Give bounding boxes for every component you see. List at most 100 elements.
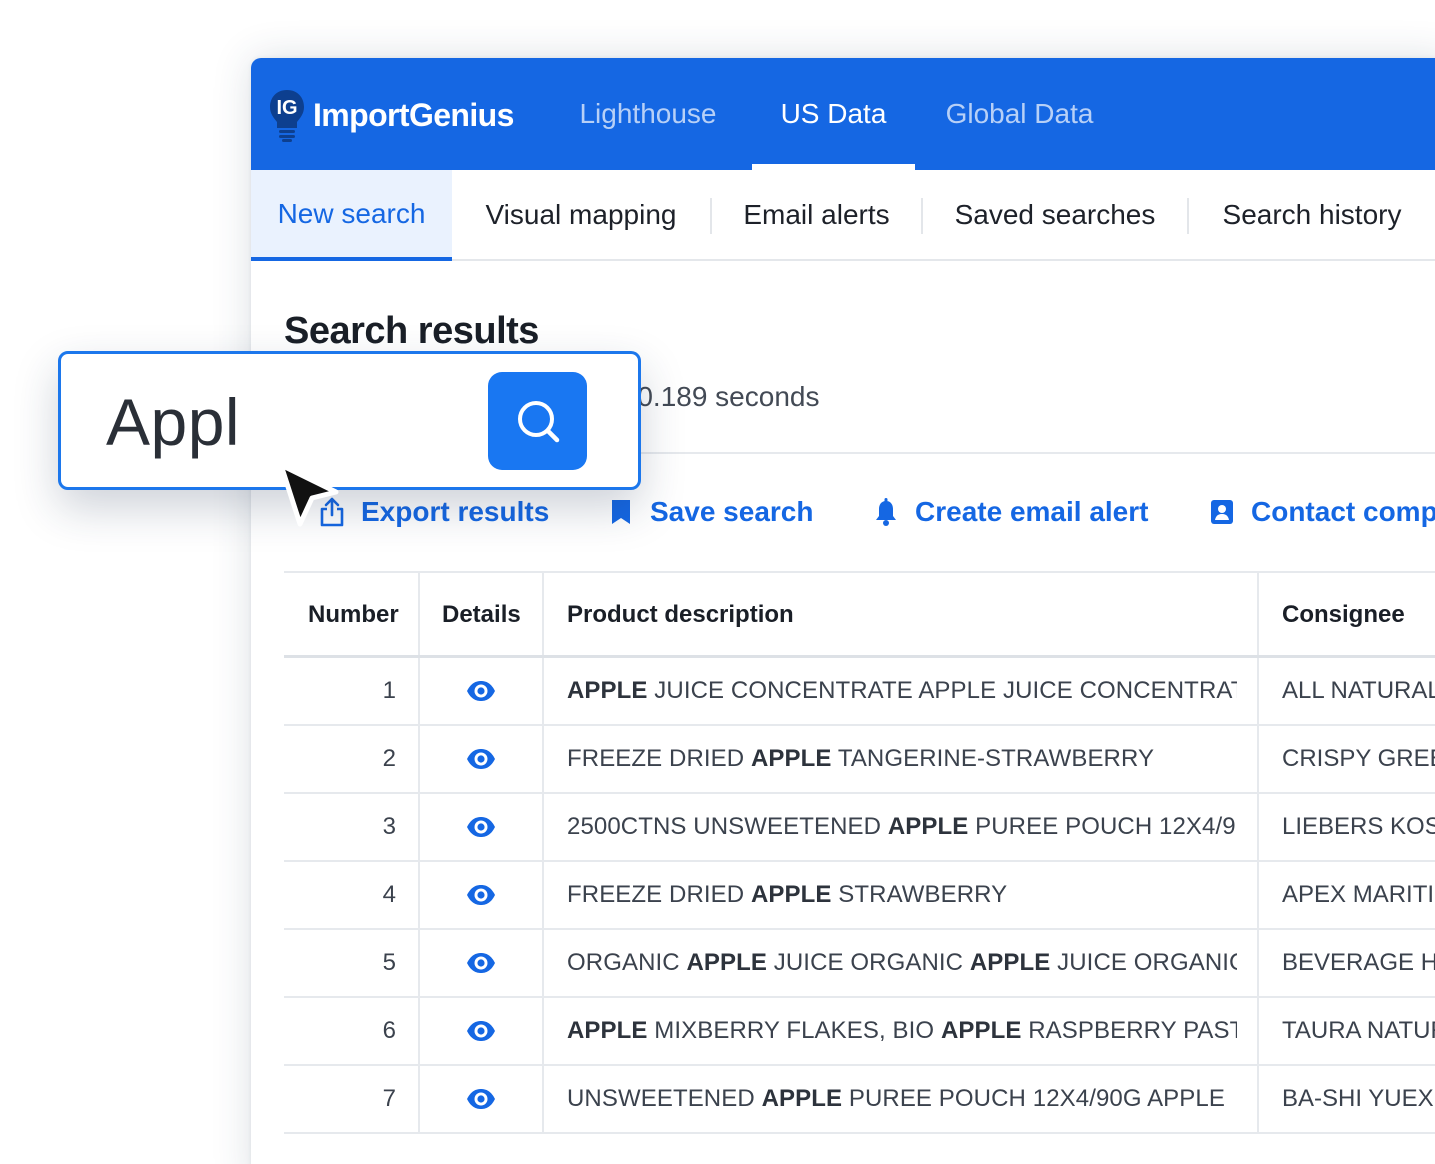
tab-us-data[interactable]: US Data (752, 58, 915, 170)
product-description: UNSWEETENED APPLE PUREE POUCH 12X4/90G A… (567, 1066, 1237, 1132)
product-description: 2500CTNS UNSWEETENED APPLE PUREE POUCH 1… (567, 794, 1237, 860)
table-row[interactable]: 2 FREEZE DRIED APPLE TANGERINE-STRAWBERRY… (284, 726, 1435, 794)
row-number: 6 (382, 1017, 396, 1044)
row-number: 3 (382, 813, 396, 840)
consignee-name[interactable]: CRISPY GREEN (1282, 726, 1435, 792)
table-row[interactable]: 5 ORGANIC APPLE JUICE ORGANIC APPLE JUICE… (284, 930, 1435, 998)
action-label: Export results (361, 496, 550, 527)
view-details-button[interactable] (466, 726, 496, 792)
description-text: STRAWBERRY (831, 881, 1008, 908)
product-description: FREEZE DRIED APPLE STRAWBERRY (567, 862, 1237, 928)
consignee-name[interactable]: BA-SHI YUEXING (1282, 1066, 1435, 1132)
brand-logo[interactable]: IG ImportGenius (269, 88, 514, 142)
row-number: 4 (382, 881, 396, 908)
table-row[interactable]: 1 APPLE JUICE CONCENTRATE APPLE JUICE CON… (284, 658, 1435, 726)
results-title: Search results (284, 310, 539, 352)
app-window: IG ImportGenius Lighthouse US Data Globa… (251, 58, 1435, 1164)
subtab-search-history[interactable]: Search history (1189, 170, 1435, 259)
view-details-button[interactable] (466, 930, 496, 996)
search-term-highlight: APPLE (969, 949, 1051, 976)
eye-icon (467, 953, 495, 973)
consignee-name[interactable]: BEVERAGE HILLS (1282, 930, 1435, 996)
search-term-highlight: APPLE (567, 677, 648, 704)
create-email-alert-button[interactable]: Create email alert (873, 492, 1148, 532)
contact-company-button[interactable]: Contact company (1209, 492, 1435, 532)
subtab-new-search[interactable]: New search (251, 170, 452, 261)
search-term-highlight: APPLE (750, 881, 832, 908)
view-details-button[interactable] (466, 1066, 496, 1132)
search-icon (517, 401, 559, 443)
consignee-name[interactable]: APEX MARITIME (1282, 862, 1435, 928)
table-row[interactable]: 4 FREEZE DRIED APPLE STRAWBERRY APEX MARIT… (284, 862, 1435, 930)
row-number: 1 (382, 677, 396, 704)
description-text: JUICE CONCENTRATE APPLE JUICE CONCENTRAT… (647, 677, 1237, 704)
action-label: Save search (650, 496, 814, 527)
search-term-highlight: APPLE (887, 813, 969, 840)
column-header-product-description[interactable]: Product description (567, 573, 794, 657)
tab-global-data[interactable]: Global Data (926, 58, 1113, 170)
tab-label: Global Data (945, 98, 1094, 129)
top-navigation-bar: IG ImportGenius Lighthouse US Data Globa… (251, 58, 1435, 170)
view-details-button[interactable] (466, 998, 496, 1064)
description-text: ORGANIC (567, 949, 687, 976)
product-description: ORGANIC APPLE JUICE ORGANIC APPLE JUICE … (567, 930, 1237, 996)
description-text: MIXBERRY FLAKES, BIO (647, 1017, 941, 1044)
product-description: APPLE JUICE CONCENTRATE APPLE JUICE CONC… (567, 658, 1237, 724)
view-details-button[interactable] (466, 862, 496, 928)
contact-icon (1211, 500, 1233, 524)
subtab-label: Search history (1222, 198, 1402, 230)
subtab-visual-mapping[interactable]: Visual mapping (452, 170, 710, 259)
consignee-name[interactable]: TAURA NATURAL (1282, 998, 1435, 1064)
lightbulb-logo-icon: IG (270, 90, 304, 142)
eye-icon (467, 817, 495, 837)
table-body: 1 APPLE JUICE CONCENTRATE APPLE JUICE CON… (284, 658, 1435, 1134)
description-text: TANGERINE-STRAWBERRY (831, 745, 1155, 772)
description-text: JUICE ORGANIC (1050, 949, 1237, 976)
table-row[interactable]: 7 UNSWEETENED APPLE PUREE POUCH 12X4/90G … (284, 1066, 1435, 1134)
description-text: FREEZE DRIED (567, 881, 751, 908)
description-text: RASPBERRY PASTE,... (1028, 1017, 1237, 1044)
consignee-name[interactable]: LIEBERS KOSHER (1282, 794, 1435, 860)
search-box[interactable]: Appl (58, 351, 641, 490)
bookmark-icon (612, 500, 630, 524)
sub-navigation: New search Visual mapping Email alerts S… (251, 170, 1435, 261)
subtab-label: Email alerts (743, 198, 890, 230)
view-details-button[interactable] (466, 794, 496, 860)
logo-monogram: IG (276, 97, 297, 119)
description-text: 2500CTNS UNSWEETENED (567, 813, 888, 840)
description-text: FREEZE DRIED (567, 745, 751, 772)
search-button[interactable] (488, 372, 587, 470)
product-description: APPLE MIXBERRY FLAKES, BIO APPLE RASPBER… (567, 998, 1237, 1064)
search-input[interactable]: Appl (106, 384, 240, 460)
eye-icon (467, 885, 495, 905)
search-term-highlight: APPLE (761, 1085, 843, 1112)
table-row[interactable]: 6 APPLE MIXBERRY FLAKES, BIO APPLE RASPBE… (284, 998, 1435, 1066)
tab-label: US Data (780, 98, 887, 129)
column-header-details[interactable]: Details (442, 573, 521, 657)
row-number: 5 (382, 949, 396, 976)
search-term-highlight: APPLE (567, 1017, 648, 1044)
mouse-cursor-icon (278, 462, 339, 527)
subtab-label: Visual mapping (485, 198, 677, 230)
view-details-button[interactable] (466, 658, 496, 724)
subtab-email-alerts[interactable]: Email alerts (712, 170, 921, 259)
save-search-button[interactable]: Save search (608, 492, 813, 532)
description-text: PUREE POUCH 12X4/90G APPLE (842, 1085, 1225, 1112)
tab-lighthouse[interactable]: Lighthouse (555, 58, 741, 170)
eye-icon (467, 1021, 495, 1041)
table-row[interactable]: 3 2500CTNS UNSWEETENED APPLE PUREE POUCH … (284, 794, 1435, 862)
consignee-name[interactable]: ALL NATURAL (1282, 658, 1435, 724)
subtab-label: Saved searches (954, 198, 1156, 230)
search-term-highlight: APPLE (686, 949, 767, 976)
description-text: UNSWEETENED (567, 1085, 762, 1112)
export-results-button[interactable]: Export results (319, 492, 549, 532)
description-text: PUREE POUCH 12X4/9. (968, 813, 1237, 840)
row-number: 2 (382, 745, 396, 772)
column-header-number[interactable]: Number (308, 573, 399, 657)
eye-icon (467, 1089, 495, 1109)
bell-icon (876, 498, 896, 526)
search-term-highlight: APPLE (940, 1017, 1022, 1044)
subtab-saved-searches[interactable]: Saved searches (923, 170, 1187, 259)
brand-name: ImportGenius (313, 96, 514, 133)
column-header-consignee[interactable]: Consignee (1282, 573, 1405, 657)
